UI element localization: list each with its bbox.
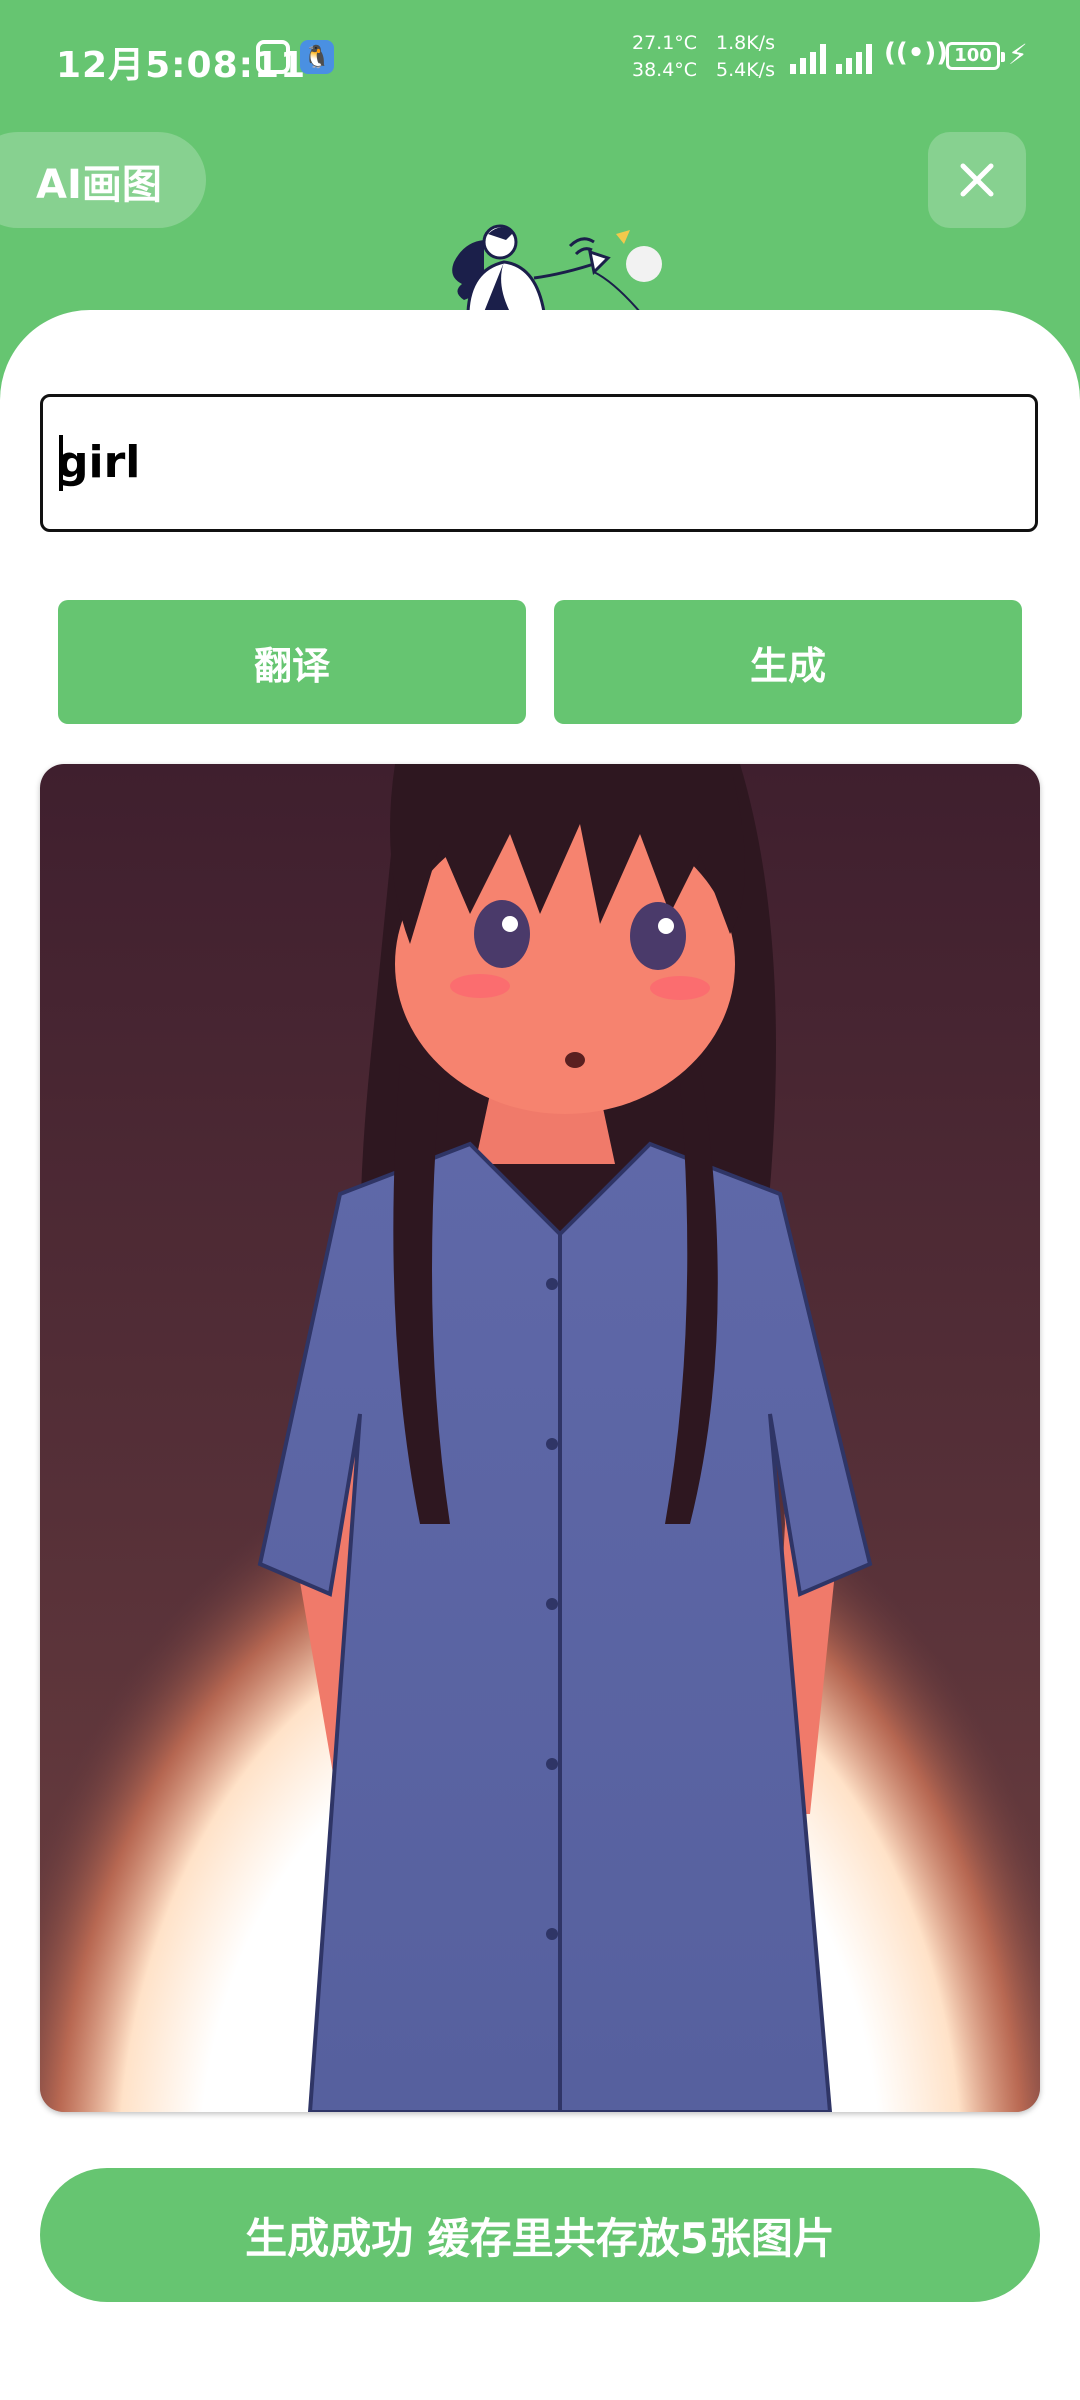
battery-icon: 100 <box>946 42 1005 70</box>
hotspot-icon: ((•)) <box>884 38 949 68</box>
generated-anime-girl-image <box>40 764 1040 2112</box>
cpu-temperature: 27.1°C <box>632 32 698 54</box>
generated-image[interactable] <box>40 764 1040 2112</box>
battery-temperature: 38.4°C <box>632 59 698 81</box>
close-button[interactable] <box>928 132 1026 228</box>
signal-sim1-icon <box>790 40 826 74</box>
header-illustration <box>452 224 662 312</box>
qq-penguin-icon: 🐧 <box>300 40 334 74</box>
generate-button[interactable]: 生成 <box>554 600 1022 724</box>
network-speed: 1.8K/s 5.4K/s <box>716 30 775 84</box>
temperature-readout: 27.1°C 38.4°C <box>632 30 697 84</box>
prompt-field[interactable] <box>40 394 1038 532</box>
notification-app-icon <box>256 40 290 74</box>
text-caret <box>59 435 63 491</box>
status-bar: 12月5:08:11 🐧 27.1°C 38.4°C 1.8K/s 5.4K/s… <box>0 0 1080 118</box>
generation-status-banner: 生成成功 缓存里共存放5张图片 <box>40 2168 1040 2302</box>
upload-speed: 1.8K/s <box>716 32 775 54</box>
close-icon <box>960 163 994 197</box>
charging-icon: ⚡ <box>1008 38 1028 71</box>
download-speed: 5.4K/s <box>716 59 775 81</box>
prompt-input[interactable] <box>57 427 1017 497</box>
signal-sim2-icon <box>836 40 872 74</box>
translate-button[interactable]: 翻译 <box>58 600 526 724</box>
page-title: AI画图 <box>36 162 162 208</box>
